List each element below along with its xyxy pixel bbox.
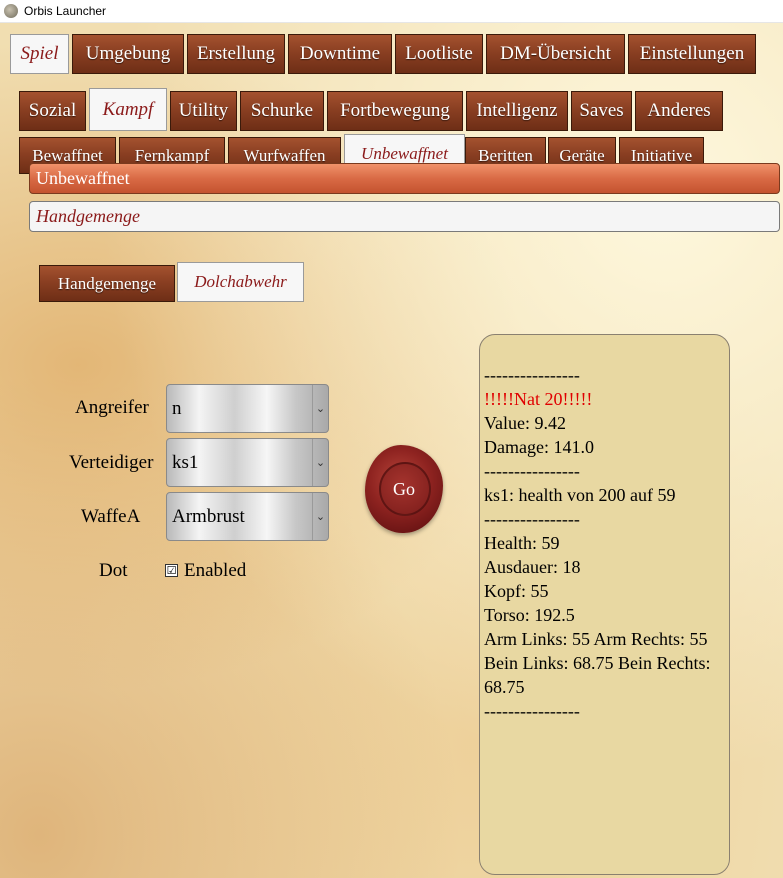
verteidiger-value: ks1 xyxy=(172,452,199,473)
window-titlebar: Orbis Launcher xyxy=(0,0,783,23)
output-line: ---------------- xyxy=(484,509,580,529)
output-line: Arm Links: 55 Arm Rechts: 55 xyxy=(484,629,708,649)
enabled-label[interactable]: Enabled xyxy=(184,560,246,582)
tab-saves[interactable]: Saves xyxy=(571,91,632,131)
angreifer-select[interactable]: n ⌄ xyxy=(166,384,329,433)
output-line: Value: 9.42 xyxy=(484,413,566,433)
tab-intelligenz[interactable]: Intelligenz xyxy=(466,91,568,131)
app-icon xyxy=(4,4,18,18)
waffe-label: WaffeA xyxy=(81,506,141,527)
output-line: Damage: 141.0 xyxy=(484,437,594,457)
output-line-nat20: !!!!!Nat 20!!!!! xyxy=(484,389,593,409)
output-panel: ---------------- !!!!!Nat 20!!!!! Value:… xyxy=(479,334,730,875)
chevron-down-icon[interactable]: ⌄ xyxy=(312,439,328,486)
chevron-down-icon[interactable]: ⌄ xyxy=(312,385,328,432)
tab-schurke[interactable]: Schurke xyxy=(240,91,324,131)
tab-lootliste[interactable]: Lootliste xyxy=(395,34,483,74)
output-line: Kopf: 55 xyxy=(484,581,549,601)
output-line: ks1: health von 200 auf 59 xyxy=(484,485,676,505)
tab-dm-uebersicht[interactable]: DM-Übersicht xyxy=(486,34,625,74)
tab-einstellungen[interactable]: Einstellungen xyxy=(628,34,756,74)
tab-downtime[interactable]: Downtime xyxy=(288,34,392,74)
dot-label: Dot xyxy=(99,560,128,581)
output-line: ---------------- xyxy=(484,461,580,481)
tab-umgebung[interactable]: Umgebung xyxy=(72,34,184,74)
angreifer-value: n xyxy=(172,398,182,419)
output-line: ---------------- xyxy=(484,365,580,385)
tab-fortbewegung[interactable]: Fortbewegung xyxy=(327,91,463,131)
output-line: Ausdauer: 18 xyxy=(484,557,581,577)
verteidiger-select[interactable]: ks1 ⌄ xyxy=(166,438,329,487)
tab-kampf[interactable]: Kampf xyxy=(89,88,167,131)
output-line: ---------------- xyxy=(484,701,580,721)
tab-dolchabwehr[interactable]: Dolchabwehr xyxy=(177,262,304,302)
enabled-checkbox[interactable]: ☑ xyxy=(165,564,178,577)
tab-sozial[interactable]: Sozial xyxy=(19,91,86,131)
tab-handgemenge[interactable]: Handgemenge xyxy=(39,265,175,302)
angreifer-label: Angreifer xyxy=(75,397,149,418)
waffe-select[interactable]: Armbrust ⌄ xyxy=(166,492,329,541)
window-title: Orbis Launcher xyxy=(24,4,107,18)
go-button-label: Go xyxy=(393,479,415,499)
chevron-down-icon[interactable]: ⌄ xyxy=(312,493,328,540)
output-line: Health: 59 xyxy=(484,533,560,553)
waffe-value: Armbrust xyxy=(172,506,245,527)
section-header-handgemenge[interactable]: Handgemenge xyxy=(29,201,780,232)
output-line: Torso: 192.5 xyxy=(484,605,575,625)
output-line: Bein Links: 68.75 Bein Rechts: 68.75 xyxy=(484,653,711,697)
go-button[interactable]: Go xyxy=(365,445,443,533)
tab-anderes[interactable]: Anderes xyxy=(635,91,723,131)
tab-utility[interactable]: Utility xyxy=(170,91,237,131)
verteidiger-label: Verteidiger xyxy=(69,452,154,473)
tab-spiel[interactable]: Spiel xyxy=(10,34,69,74)
tab-erstellung[interactable]: Erstellung xyxy=(187,34,285,74)
section-header-unbewaffnet[interactable]: Unbewaffnet xyxy=(29,163,780,194)
